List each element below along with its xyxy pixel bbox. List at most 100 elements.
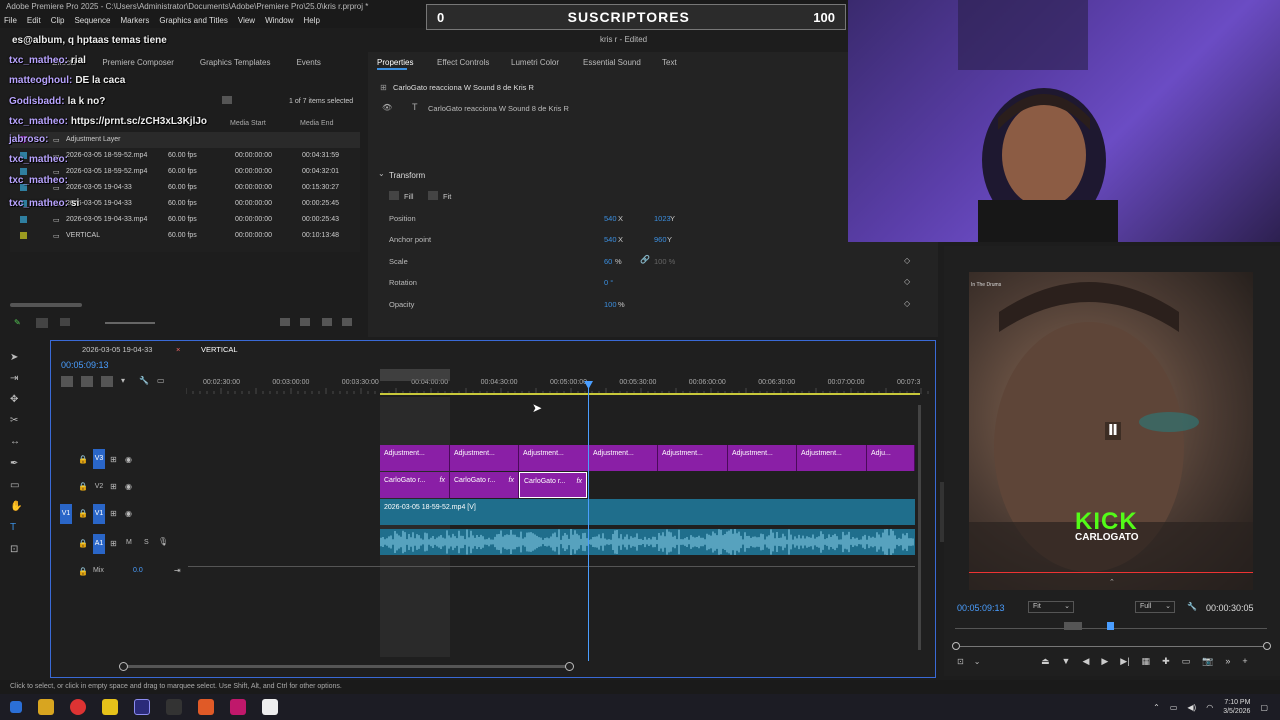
volume-icon[interactable]: ◀) <box>1187 703 1196 712</box>
timeline-v-scrollbar[interactable] <box>918 405 921 650</box>
scale-value[interactable]: 60 <box>604 257 612 266</box>
a1-audio-clip[interactable] <box>380 529 915 555</box>
menu-clip[interactable]: Clip <box>51 16 65 26</box>
fit-icon[interactable] <box>428 191 438 200</box>
notification-icon[interactable]: ▢ <box>1260 703 1268 712</box>
more-tools-icon[interactable]: ⊡ <box>10 544 22 556</box>
chevron-up-icon[interactable]: ⌃ <box>1109 578 1115 586</box>
v3-eye-icon[interactable]: ◉ <box>125 455 132 464</box>
program-zoom-right[interactable] <box>1263 642 1271 650</box>
keyframe-rotation-icon[interactable]: ◇ <box>904 277 910 286</box>
step-back-icon[interactable]: ◀ <box>1082 656 1089 667</box>
program-zoom-left[interactable] <box>952 642 960 650</box>
a1-sync-icon[interactable]: ⊞ <box>110 539 117 548</box>
v3-adjustment-clip[interactable]: Adjustment... <box>450 445 519 471</box>
v2-lock-icon[interactable]: 🔒 <box>78 482 88 491</box>
menu-file[interactable]: File <box>4 16 17 26</box>
play-icon[interactable]: ▶ <box>1101 656 1108 667</box>
project-scrollbar[interactable] <box>10 303 82 307</box>
track-v1[interactable]: V1 <box>93 504 105 524</box>
icon-view-icon[interactable] <box>60 318 70 326</box>
obs-icon[interactable] <box>262 699 278 715</box>
hand-tool-icon[interactable]: ✋ <box>10 501 22 513</box>
step-forward-icon[interactable]: ▶| <box>1120 656 1129 667</box>
tab-essential-sound[interactable]: Essential Sound <box>583 58 641 67</box>
program-playhead[interactable] <box>1107 622 1114 630</box>
program-timecode[interactable]: 00:05:09:13 <box>957 603 1005 613</box>
v2-text-clip[interactable]: CarloGato r... fx <box>380 472 450 498</box>
track-a1[interactable]: A1 <box>93 534 105 554</box>
v3-adjustment-clip[interactable]: Adjustment... <box>589 445 658 471</box>
pen-tool-icon[interactable]: ✒ <box>10 458 22 470</box>
ripple-edit-icon[interactable]: ✥ <box>10 394 22 406</box>
chevron-down-icon[interactable]: ⌄ <box>974 657 981 666</box>
safe-margins-icon[interactable]: ▦ <box>1142 656 1151 667</box>
lift-icon[interactable]: ⏏ <box>1041 656 1050 667</box>
brave-icon[interactable] <box>198 699 214 715</box>
scroll-handle-right[interactable] <box>565 662 574 671</box>
slip-tool-icon[interactable]: ↔ <box>10 436 22 448</box>
menu-markers[interactable]: Markers <box>121 16 150 26</box>
track-v3[interactable]: V3 <box>93 449 105 469</box>
v3-lock-icon[interactable]: 🔒 <box>78 455 88 464</box>
project-row[interactable]: ▭ VERTICAL 60.00 fps 00:00:00:00 00:10:13:48 <box>10 228 360 244</box>
chrome-icon[interactable] <box>70 699 86 715</box>
visibility-icon[interactable]: 👁 <box>382 103 392 112</box>
v3-adjustment-clip[interactable]: Adjustment... <box>380 445 450 471</box>
menu-sequence[interactable]: Sequence <box>74 16 110 26</box>
quality-dropdown[interactable]: Full ⌄ <box>1135 601 1175 613</box>
v1-lock-icon[interactable]: 🔒 <box>78 509 88 518</box>
v3-adjustment-clip[interactable]: Adjustment... <box>519 445 589 471</box>
scroll-handle-left[interactable] <box>119 662 128 671</box>
position-y[interactable]: 1023 <box>654 214 671 223</box>
v3-sync-icon[interactable]: ⊞ <box>110 455 117 464</box>
wifi-icon[interactable]: ◠ <box>1206 703 1213 712</box>
anchor-y[interactable]: 960 <box>654 235 667 244</box>
track-v2[interactable]: V2 <box>93 479 105 497</box>
sequence-tab-1[interactable]: 2026-03-05 19-04-33 <box>82 345 152 354</box>
marker-icon[interactable]: ▾ <box>121 376 131 387</box>
menu-window[interactable]: Window <box>265 16 293 26</box>
chevron-down-icon[interactable]: ⌄ <box>378 169 385 178</box>
menu-view[interactable]: View <box>238 16 255 26</box>
tab-effect-controls[interactable]: Effect Controls <box>437 58 489 67</box>
clock[interactable]: 7:10 PM 3/5/2026 <box>1223 698 1250 716</box>
mix-value[interactable]: 0.0 <box>133 567 143 574</box>
transform-section[interactable]: Transform <box>389 171 425 180</box>
a1-lock-icon[interactable]: 🔒 <box>78 539 88 548</box>
time-ruler[interactable]: 00:02:30:00 00:03:00:00 00:03:30:00 00:04:0… <box>186 369 931 395</box>
in-out-range[interactable] <box>380 369 450 381</box>
new-item-icon[interactable] <box>322 318 332 326</box>
more-icon[interactable]: » <box>1225 656 1230 667</box>
zoom-slider[interactable] <box>105 322 155 324</box>
capcut-icon[interactable] <box>166 699 182 715</box>
v2-text-clip[interactable]: CarloGato r... fx <box>519 472 587 498</box>
link-icon[interactable]: 🔗 <box>640 255 650 264</box>
program-zoom-bar[interactable] <box>960 646 1263 647</box>
menu-edit[interactable]: Edit <box>27 16 41 26</box>
add-button-icon[interactable]: + <box>1242 656 1247 667</box>
notes-icon[interactable] <box>102 699 118 715</box>
track-select-icon[interactable]: ⇥ <box>10 373 22 385</box>
type-tool-icon[interactable]: T <box>10 522 22 534</box>
add-marker-icon[interactable]: ▼ <box>1062 656 1071 667</box>
v3-adjustment-clip[interactable]: Adju... <box>867 445 915 471</box>
automate-icon[interactable] <box>280 318 290 326</box>
grid-icon[interactable]: ✚ <box>1162 656 1170 667</box>
snap-icon[interactable] <box>61 376 73 387</box>
menu-graphics[interactable]: Graphics and Titles <box>159 16 227 26</box>
playhead[interactable] <box>588 381 589 661</box>
pencil-icon[interactable]: ✎ <box>14 318 22 327</box>
v1-eye-icon[interactable]: ◉ <box>125 509 132 518</box>
trash-icon[interactable] <box>342 318 352 326</box>
windows-start-icon[interactable] <box>10 701 22 713</box>
export-frame-icon[interactable]: 📷 <box>1202 656 1213 667</box>
rotation-value[interactable]: 0 ° <box>604 278 613 287</box>
wrench-icon[interactable]: 🔧 <box>139 376 149 387</box>
v2-eye-icon[interactable]: ◉ <box>125 482 132 491</box>
keyframe-opacity-icon[interactable]: ◇ <box>904 299 910 308</box>
close-icon[interactable]: × <box>176 345 180 354</box>
mix-arrow-icon[interactable]: ⇥ <box>174 566 181 575</box>
list-view-icon[interactable] <box>36 318 48 328</box>
mute-button[interactable]: M <box>126 539 132 546</box>
